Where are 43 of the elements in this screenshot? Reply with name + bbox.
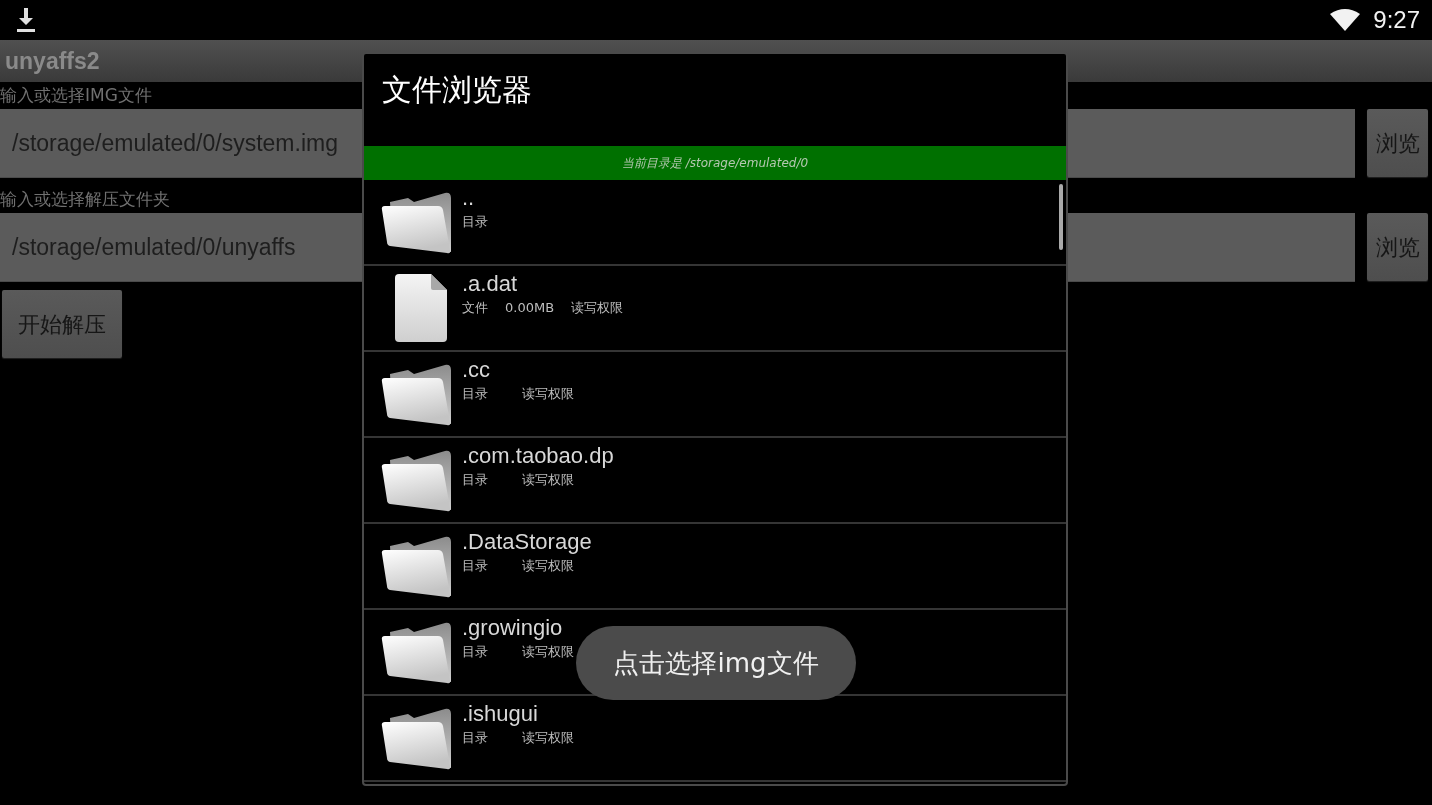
file-name: .com.taobao.dp	[462, 444, 614, 468]
field-label: 输入或选择IMG文件	[0, 84, 152, 107]
permission-text: 读写权限	[522, 729, 574, 747]
permission-text: 读写权限	[522, 385, 574, 403]
field-label: 输入或选择解压文件夹	[0, 188, 170, 211]
browse-button[interactable]: 浏览	[1367, 109, 1428, 177]
folder-icon	[380, 362, 452, 426]
file-name: .growingio	[462, 616, 564, 640]
folder-icon	[380, 448, 452, 512]
app-title: unyaffs2	[5, 48, 100, 74]
wifi-icon	[1330, 9, 1361, 31]
permission-text: 读写权限	[571, 299, 624, 317]
clock-time: 9:27	[1373, 6, 1420, 34]
folder-icon	[380, 190, 452, 254]
folder-icon	[380, 534, 452, 598]
dialog-title: 文件浏览器	[381, 71, 533, 109]
browse-button[interactable]: 浏览	[1367, 213, 1428, 281]
entry-type: 目录	[462, 385, 488, 403]
scrollbar-thumb[interactable]	[1059, 184, 1063, 250]
file-name: .a.dat	[462, 272, 519, 296]
folder-icon	[380, 620, 452, 684]
file-name: .cc	[462, 358, 492, 382]
path-input-field[interactable]: /storage/emulated/0/unyaffs	[0, 213, 362, 282]
entry-type: 目录	[462, 557, 488, 575]
permission-text: 读写权限	[522, 557, 574, 575]
permission-text: 读写权限	[522, 643, 574, 661]
download-icon	[17, 8, 35, 32]
toast-message: 点击选择img文件	[576, 626, 856, 700]
file-icon	[395, 274, 447, 342]
entry-type: 目录	[462, 213, 488, 231]
folder-icon	[380, 706, 452, 770]
current-directory-text: 当前目录是 /storage/emulated/0	[621, 155, 809, 172]
path-input-field[interactable]: /storage/emulated/0/system.img	[0, 109, 362, 178]
file-name: ..	[462, 186, 476, 210]
entry-type: 目录	[462, 643, 488, 661]
entry-type: 文件	[462, 299, 488, 317]
permission-text: 读写权限	[522, 471, 574, 489]
file-name: .DataStorage	[462, 530, 592, 554]
start-extract-button[interactable]: 开始解压	[2, 290, 122, 358]
entry-type: 目录	[462, 729, 488, 747]
entry-type: 目录	[462, 471, 488, 489]
file-size: 0.00MB	[505, 299, 555, 317]
file-name: .ishugui	[462, 702, 539, 726]
